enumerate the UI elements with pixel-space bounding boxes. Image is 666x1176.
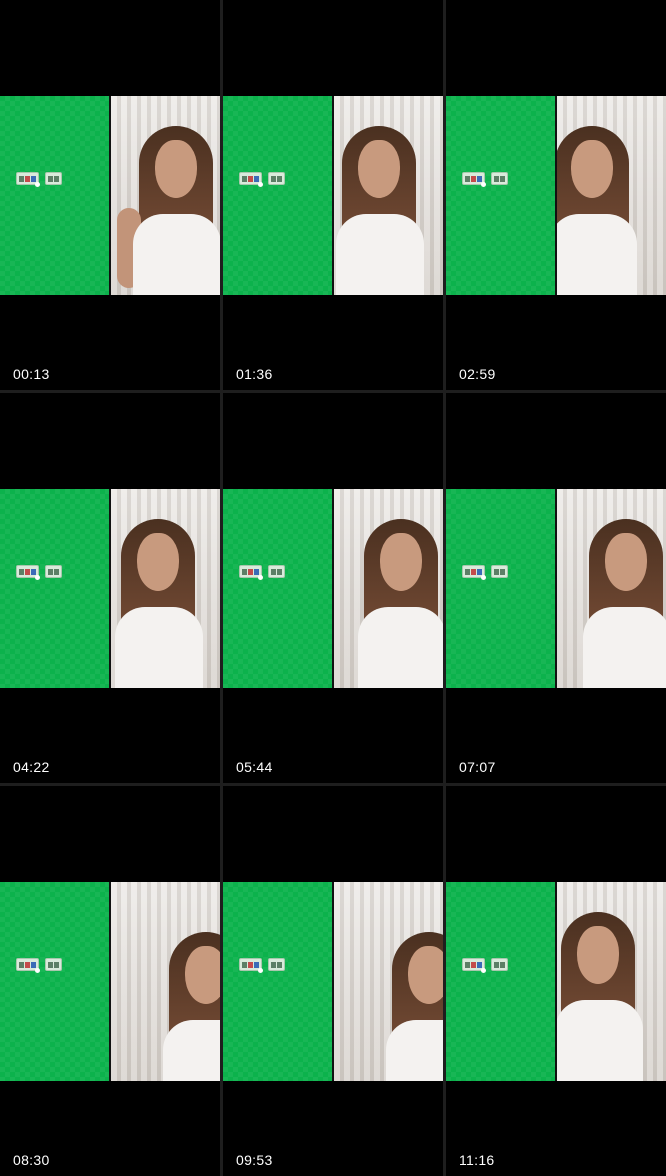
- green-screen-panel: [446, 96, 555, 295]
- green-screen-panel: [446, 882, 555, 1081]
- person-video-panel: [334, 96, 443, 295]
- timestamp-label: 07:07: [459, 759, 496, 775]
- thumbnail-item[interactable]: 09:53: [223, 786, 443, 1176]
- person-video-panel: [557, 882, 666, 1081]
- person-video-panel: [334, 489, 443, 688]
- timestamp-label: 04:22: [13, 759, 50, 775]
- timestamp-label: 09:53: [236, 1152, 273, 1168]
- video-frame: [446, 882, 666, 1081]
- person-video-panel: [111, 489, 220, 688]
- person-video-panel: [557, 96, 666, 295]
- green-screen-panel: [0, 96, 109, 295]
- green-screen-panel: [223, 882, 332, 1081]
- timestamp-label: 05:44: [236, 759, 273, 775]
- thumbnail-grid: 00:13 01:36 02:59 04:22 05:44 07:07 08:3…: [0, 0, 666, 1176]
- video-frame: [0, 489, 220, 688]
- thumbnail-item[interactable]: 08:30: [0, 786, 220, 1176]
- timestamp-label: 00:13: [13, 366, 50, 382]
- timestamp-label: 01:36: [236, 366, 273, 382]
- green-screen-panel: [223, 96, 332, 295]
- thumbnail-item[interactable]: 01:36: [223, 0, 443, 390]
- cursor-dot-icon: [35, 182, 40, 187]
- thumbnail-item[interactable]: 11:16: [446, 786, 666, 1176]
- thumbnail-item[interactable]: 05:44: [223, 393, 443, 783]
- thumbnail-item[interactable]: 00:13: [0, 0, 220, 390]
- video-frame: [223, 489, 443, 688]
- cursor-dot-icon: [481, 575, 486, 580]
- green-screen-panel: [0, 882, 109, 1081]
- person-video-panel: [111, 96, 220, 295]
- green-screen-panel: [446, 489, 555, 688]
- video-frame: [446, 96, 666, 295]
- cursor-dot-icon: [35, 575, 40, 580]
- video-frame: [0, 96, 220, 295]
- video-frame: [223, 96, 443, 295]
- cursor-dot-icon: [481, 968, 486, 973]
- cursor-dot-icon: [35, 968, 40, 973]
- cursor-dot-icon: [481, 182, 486, 187]
- thumbnail-item[interactable]: 02:59: [446, 0, 666, 390]
- timestamp-label: 08:30: [13, 1152, 50, 1168]
- green-screen-panel: [0, 489, 109, 688]
- video-frame: [223, 882, 443, 1081]
- video-frame: [446, 489, 666, 688]
- timestamp-label: 02:59: [459, 366, 496, 382]
- timestamp-label: 11:16: [459, 1152, 495, 1168]
- person-video-panel: [557, 489, 666, 688]
- thumbnail-item[interactable]: 07:07: [446, 393, 666, 783]
- person-video-panel: [111, 882, 220, 1081]
- thumbnail-item[interactable]: 04:22: [0, 393, 220, 783]
- cursor-dot-icon: [258, 182, 263, 187]
- green-screen-panel: [223, 489, 332, 688]
- video-frame: [0, 882, 220, 1081]
- cursor-dot-icon: [258, 968, 263, 973]
- person-video-panel: [334, 882, 443, 1081]
- cursor-dot-icon: [258, 575, 263, 580]
